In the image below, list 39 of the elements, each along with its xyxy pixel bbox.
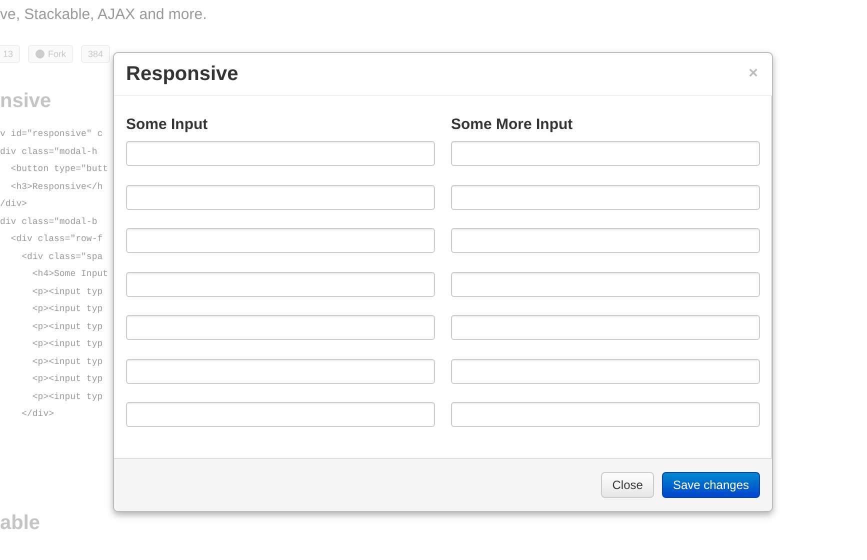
input-field[interactable] (451, 402, 760, 427)
code-line: <p><input typ (31, 322, 103, 332)
input-field[interactable] (126, 141, 435, 166)
code-line: /div> (0, 199, 28, 209)
code-line: v id="responsive" c (0, 129, 103, 139)
section-heading: able (0, 512, 40, 534)
column-label: Some More Input (451, 116, 574, 133)
code-line: <p><input typ (31, 392, 103, 402)
code-line: <h3>Responsive</h (10, 182, 103, 192)
code-line: </div> (20, 409, 54, 419)
code-line: <div class="row-f (10, 234, 103, 244)
input-field[interactable] (126, 358, 435, 384)
code-line: <p><input typ (31, 304, 103, 314)
input-field[interactable] (451, 141, 760, 166)
code-line: <div class="spa (20, 252, 103, 262)
input-field[interactable] (451, 184, 760, 210)
input-field[interactable] (451, 358, 760, 384)
input-field[interactable] (126, 272, 435, 296)
section-heading: nsive (0, 90, 52, 112)
input-field[interactable] (451, 228, 760, 253)
code-line: <button type="butt (10, 164, 108, 174)
tagline-text: ve, Stackable, AJAX and more. (0, 6, 207, 23)
input-field[interactable] (126, 184, 435, 210)
code-line: <h4>Some Input (31, 269, 108, 279)
column-label: Some Input (126, 116, 209, 133)
input-field[interactable] (451, 315, 760, 340)
code-line: <p><input typ (31, 339, 103, 349)
code-line: div class="modal-b (0, 216, 98, 226)
input-field[interactable] (126, 228, 435, 253)
input-field[interactable] (126, 402, 435, 427)
code-line: <p><input typ (31, 374, 103, 384)
close-button[interactable]: Close (601, 472, 654, 498)
input-field[interactable] (126, 315, 435, 340)
input-field[interactable] (451, 272, 760, 296)
modal-title: Responsive (126, 62, 238, 86)
code-line: <p><input typ (31, 286, 103, 296)
code-line: <p><input typ (31, 356, 103, 366)
code-line: div class="modal-h (0, 146, 98, 156)
save-button[interactable]: Save changes (662, 472, 760, 498)
